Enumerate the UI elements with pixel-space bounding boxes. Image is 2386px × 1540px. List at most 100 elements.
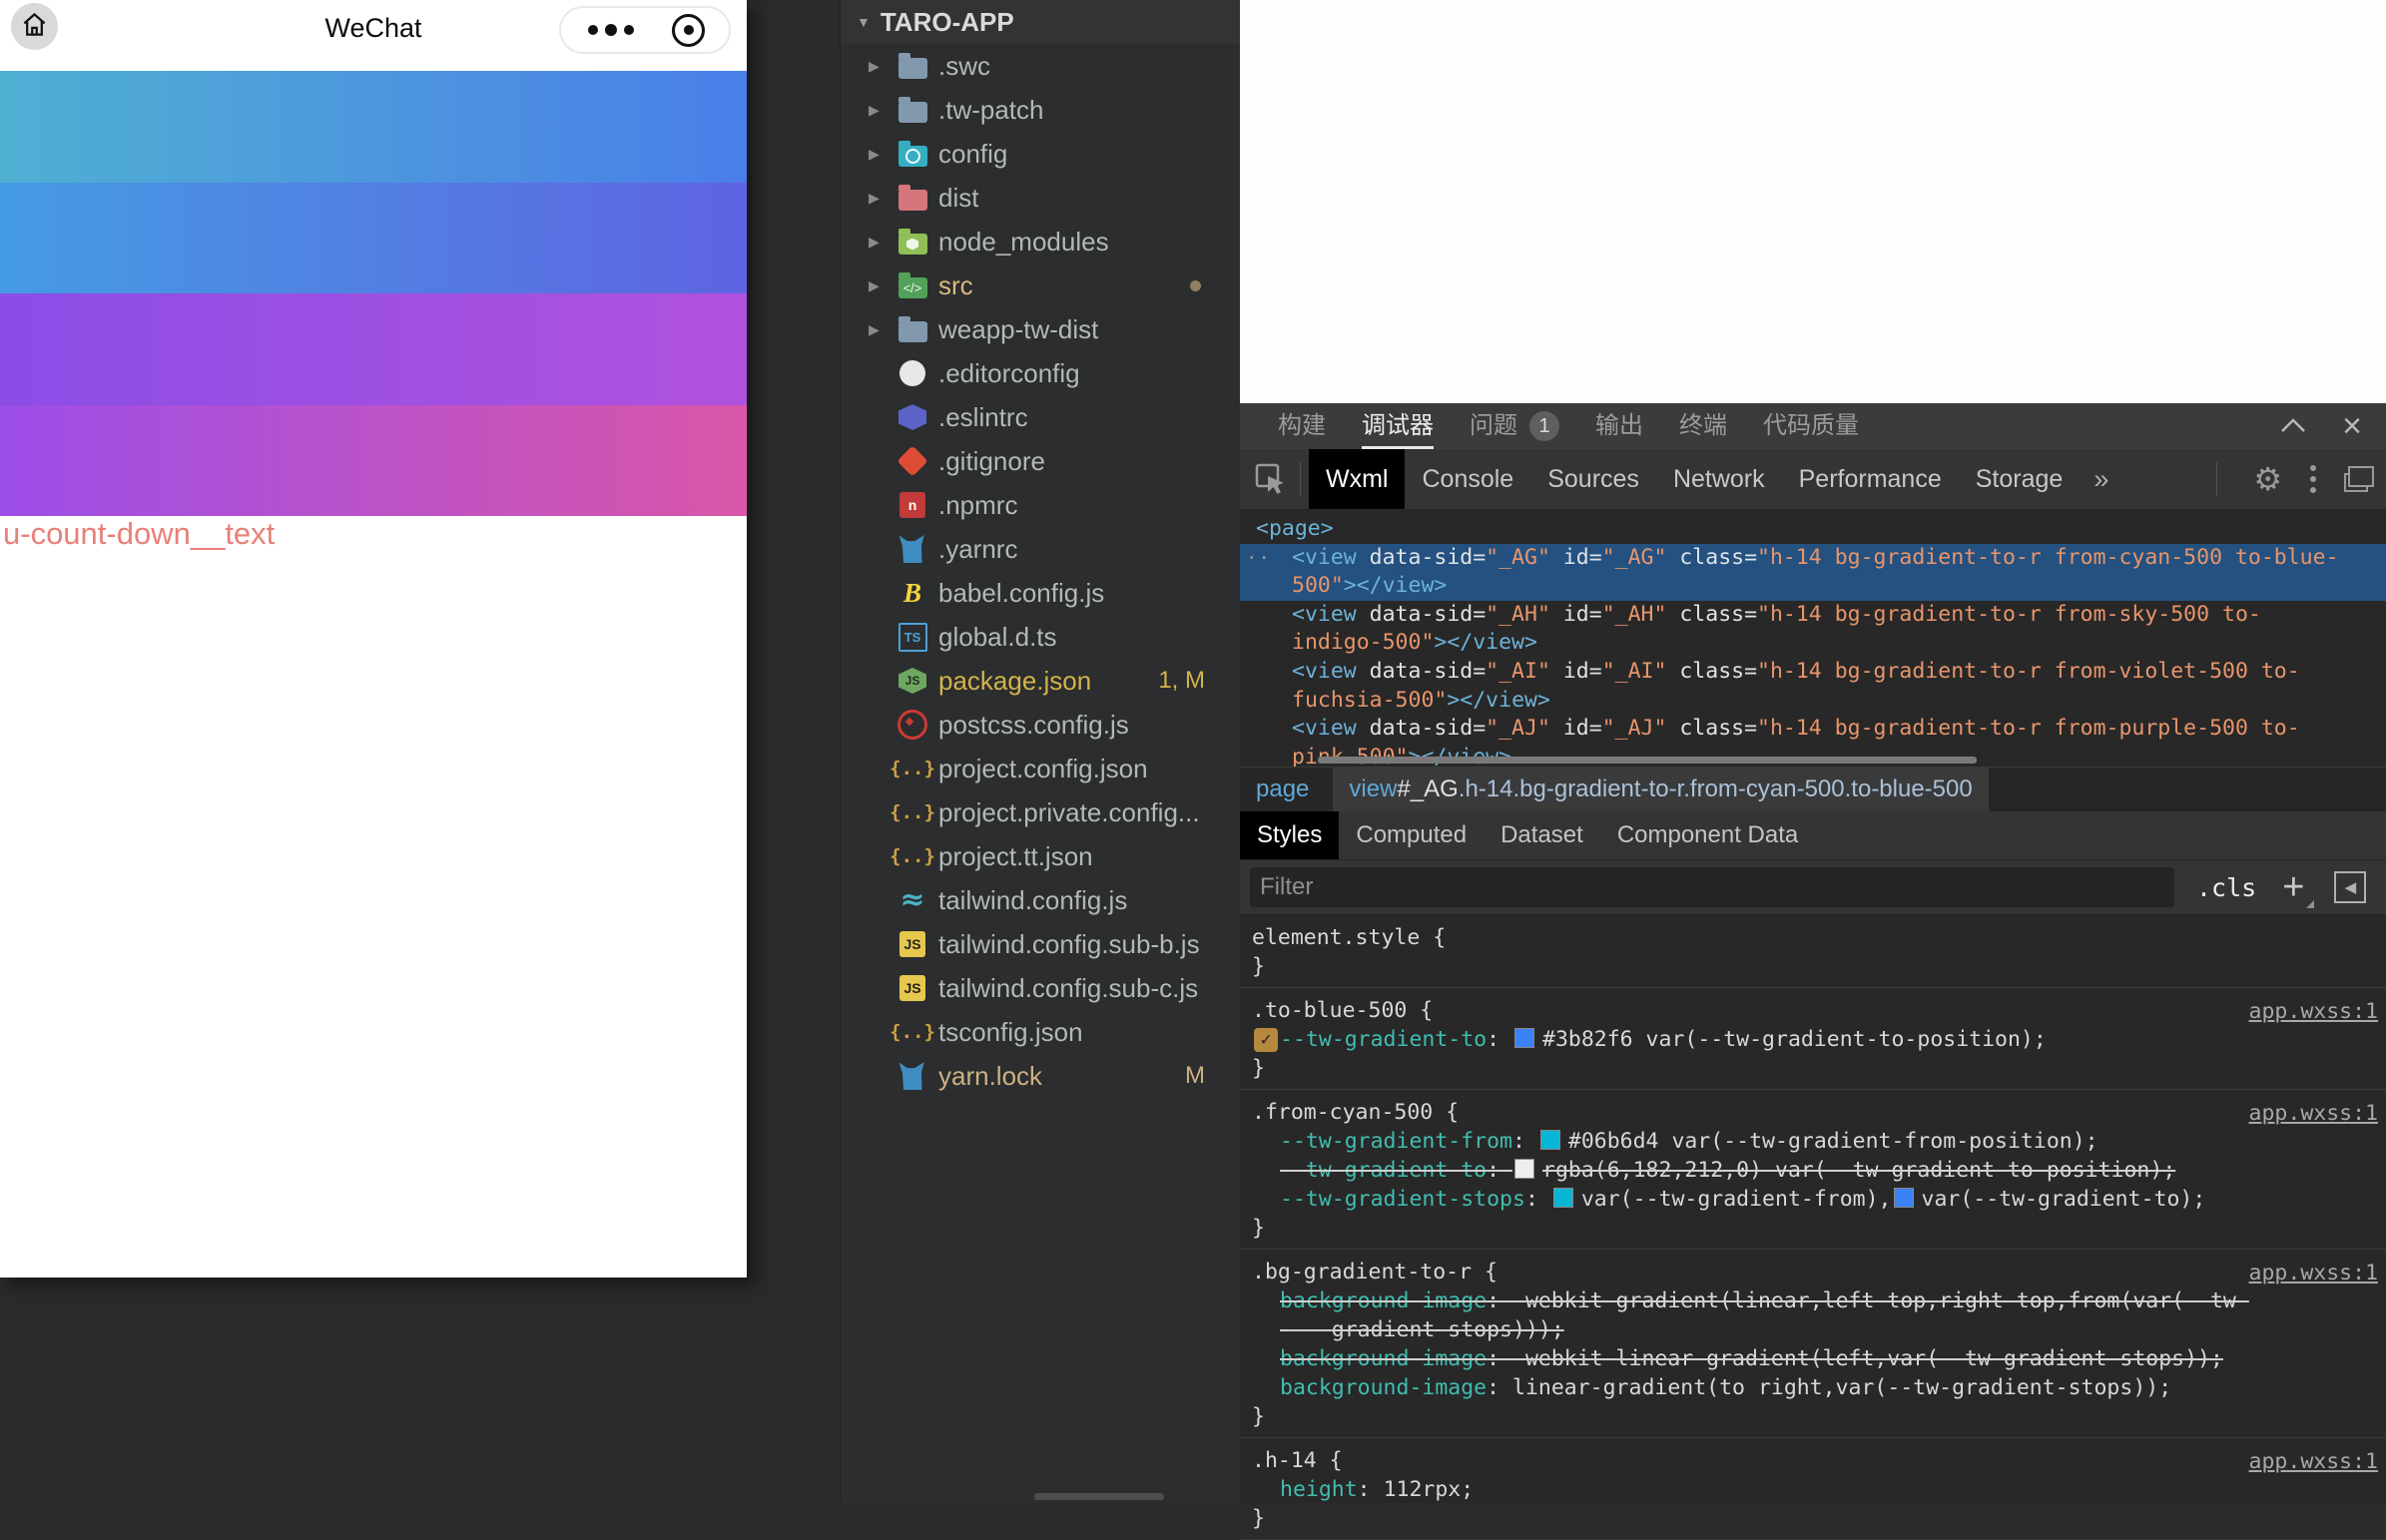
tree-item-postcss.config.js[interactable]: postcss.config.js [841, 703, 1241, 747]
panel-tab-构建[interactable]: 构建 [1278, 403, 1326, 449]
color-swatch[interactable] [1514, 1159, 1534, 1179]
tree-item-yarn.lock[interactable]: yarn.lockM [841, 1054, 1241, 1098]
stylesheet-link[interactable]: app.wxss:1 [2249, 997, 2378, 1026]
rule-selector: .from-cyan-500 { [1252, 1098, 2376, 1127]
tree-item-project.tt.json[interactable]: {..}project.tt.json [841, 834, 1241, 878]
tree-item-node_modules[interactable]: ▶node_modules [841, 220, 1241, 263]
code-line-2[interactable]: 500"></view> [1240, 572, 2386, 601]
element-picker-icon[interactable] [1250, 458, 1292, 500]
panel-tab-输出[interactable]: 输出 [1595, 403, 1643, 449]
css-property[interactable]: background-image: linear-gradient(to rig… [1252, 1373, 2376, 1402]
file-name: tailwind.config.sub-b.js [938, 929, 1200, 960]
color-swatch[interactable] [1894, 1188, 1914, 1208]
inspector-tab-storage[interactable]: Storage [1959, 449, 2081, 509]
code-horizontal-scrollbar[interactable] [1318, 757, 1977, 764]
code-line-7[interactable]: <view data-sid="_AJ" id="_AJ" class="h-1… [1240, 715, 2386, 744]
close-icon[interactable]: × [2342, 409, 2362, 443]
panel-tab-问题[interactable]: 问题1 [1470, 403, 1559, 449]
gear-icon[interactable]: ⚙ [2253, 463, 2282, 495]
tree-item-dist[interactable]: ▶dist [841, 176, 1241, 220]
tree-item-.gitignore[interactable]: .gitignore [841, 439, 1241, 483]
code-line-0[interactable]: <page> [1240, 515, 2386, 544]
tree-item-project.private.config...[interactable]: {..}project.private.config... [841, 790, 1241, 834]
tree-item-babel.config.js[interactable]: Bbabel.config.js [841, 571, 1241, 615]
inspector-tab-network[interactable]: Network [1656, 449, 1782, 509]
tree-item-.yarnrc[interactable]: .yarnrc [841, 527, 1241, 571]
tree-item-config[interactable]: ▶config [841, 132, 1241, 176]
code-line-3[interactable]: <view data-sid="_AH" id="_AH" class="h-1… [1240, 601, 2386, 630]
style-rule: app.wxss:1.h-14 {height: 112rpx;} [1240, 1438, 2386, 1540]
stylesheet-link[interactable]: app.wxss:1 [2249, 1259, 2378, 1287]
code-line-6[interactable]: fuchsia-500"></view> [1240, 687, 2386, 716]
styles-tab-dataset[interactable]: Dataset [1484, 811, 1600, 859]
css-property[interactable]: --tw-gradient-to: rgba(6,182,212,0) var(… [1252, 1156, 2376, 1185]
tree-item-tsconfig.json[interactable]: {..}tsconfig.json [841, 1010, 1241, 1054]
circle-dot-icon[interactable] [672, 14, 705, 47]
tree-item-weapp-tw-dist[interactable]: ▶weapp-tw-dist [841, 307, 1241, 351]
code-line-5[interactable]: <view data-sid="_AI" id="_AI" class="h-1… [1240, 658, 2386, 687]
css-property[interactable]: ✓--tw-gradient-to: #3b82f6 var(--tw-grad… [1252, 1025, 2376, 1054]
wxml-code-view[interactable]: <page>··<view data-sid="_AG" id="_AG" cl… [1240, 509, 2386, 767]
tree-item-.eslintrc[interactable]: .eslintrc [841, 395, 1241, 439]
panel-tab-调试器[interactable]: 调试器 [1362, 403, 1434, 449]
tree-item-tailwind.config.sub-b.js[interactable]: JStailwind.config.sub-b.js [841, 922, 1241, 966]
tree-item-project.config.json[interactable]: {..}project.config.json [841, 747, 1241, 790]
collapse-icon[interactable] [2280, 412, 2306, 440]
breadcrumb-page[interactable]: page [1246, 768, 1319, 811]
styles-tab-component-data[interactable]: Component Data [1600, 811, 1815, 859]
toggle-panel-icon[interactable]: ◀ [2334, 871, 2366, 903]
styles-filter-input[interactable] [1250, 867, 2174, 907]
tree-item-src[interactable]: ▶</>src [841, 263, 1241, 307]
breadcrumb-selected-node[interactable]: view#_AG.h-14.bg-gradient-to-r.from-cyan… [1333, 768, 1988, 811]
styles-filter-row: .cls + ◀ [1240, 859, 2386, 915]
tree-item-.editorconfig[interactable]: .editorconfig [841, 351, 1241, 395]
styles-tab-styles[interactable]: Styles [1240, 811, 1339, 859]
color-swatch[interactable] [1514, 1028, 1534, 1048]
stylesheet-link[interactable]: app.wxss:1 [2249, 1447, 2378, 1476]
color-swatch[interactable] [1540, 1130, 1560, 1150]
project-root[interactable]: ▼ TARO-APP [841, 0, 1241, 44]
tree-horizontal-scrollbar[interactable] [1034, 1493, 1164, 1500]
css-property[interactable]: height: 112rpx; [1252, 1475, 2376, 1504]
selector-name[interactable]: .bg-gradient-to-r [1252, 1260, 1472, 1284]
rule-close-brace: } [1252, 952, 2376, 981]
inspector-tab-performance[interactable]: Performance [1782, 449, 1959, 509]
selector-name[interactable]: .h-14 [1252, 1448, 1317, 1473]
code-line-1[interactable]: ··<view data-sid="_AG" id="_AG" class="h… [1240, 544, 2386, 573]
css-property[interactable]: --tw-gradient-stops: var(--tw-gradient-f… [1252, 1185, 2376, 1214]
css-property[interactable]: background-image: -webkit-linear-gradien… [1252, 1344, 2376, 1373]
tree-item-package.json[interactable]: JSpackage.json1, M [841, 659, 1241, 703]
styles-tab-computed[interactable]: Computed [1339, 811, 1484, 859]
tree-item-.swc[interactable]: ▶.swc [841, 44, 1241, 88]
inspector-tab-sources[interactable]: Sources [1530, 449, 1656, 509]
code-token: 500" [1292, 573, 1344, 598]
property-checkbox[interactable]: ✓ [1254, 1028, 1278, 1052]
cls-toggle[interactable]: .cls [2196, 873, 2256, 902]
stylesheet-link[interactable]: app.wxss:1 [2249, 1099, 2378, 1128]
more-tabs-icon[interactable]: » [2080, 464, 2122, 495]
chevron-down-icon: ▼ [857, 14, 871, 30]
css-property[interactable]: --tw-gradient-from: #06b6d4 var(--tw-gra… [1252, 1127, 2376, 1156]
selector-name[interactable]: element.style [1252, 925, 1420, 950]
tree-item-tailwind.config.sub-c.js[interactable]: JStailwind.config.sub-c.js [841, 966, 1241, 1010]
property-name: height [1280, 1477, 1358, 1502]
inspector-tab-console[interactable]: Console [1405, 449, 1530, 509]
tree-item-global.d.ts[interactable]: TSglobal.d.ts [841, 615, 1241, 659]
add-icon[interactable]: + [2282, 868, 2304, 906]
css-property[interactable]: background-image: -webkit-gradient(linea… [1252, 1286, 2376, 1344]
panel-tab-代码质量[interactable]: 代码质量 [1763, 403, 1859, 449]
dock-side-icon[interactable] [2344, 466, 2374, 492]
inspector-tab-wxml[interactable]: Wxml [1309, 449, 1405, 509]
ellipsis-icon[interactable] [588, 25, 634, 36]
code-token: "_AH" [1486, 602, 1550, 627]
file-name: babel.config.js [938, 578, 1104, 609]
selector-name[interactable]: .to-blue-500 [1252, 998, 1407, 1023]
tree-item-.tw-patch[interactable]: ▶.tw-patch [841, 88, 1241, 132]
tree-item-.npmrc[interactable]: n.npmrc [841, 483, 1241, 527]
kebab-menu-icon[interactable] [2310, 465, 2316, 493]
color-swatch[interactable] [1553, 1188, 1573, 1208]
selector-name[interactable]: .from-cyan-500 [1252, 1100, 1433, 1125]
tree-item-tailwind.config.js[interactable]: ≈tailwind.config.js [841, 878, 1241, 922]
panel-tab-终端[interactable]: 终端 [1679, 403, 1727, 449]
code-line-4[interactable]: indigo-500"></view> [1240, 629, 2386, 658]
